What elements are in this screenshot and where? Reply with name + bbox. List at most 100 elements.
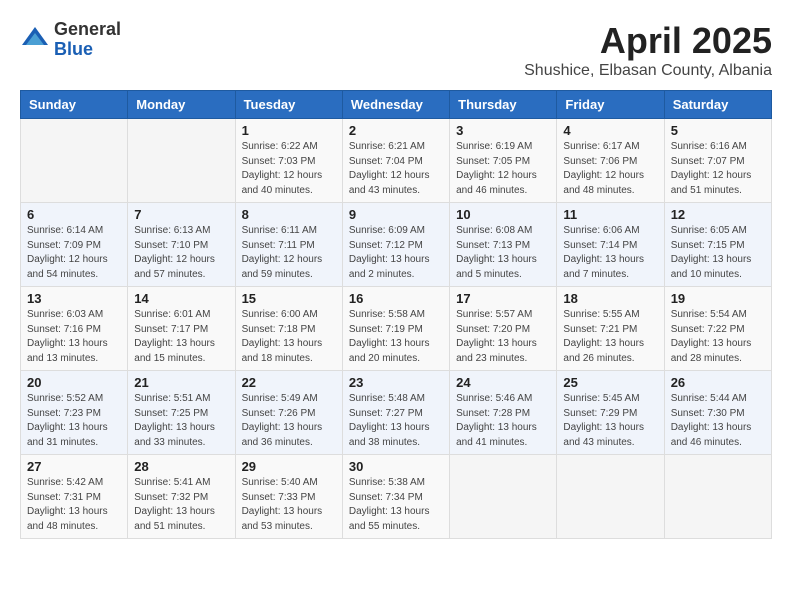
weekday-header-cell: Friday: [557, 91, 664, 119]
day-info: Sunrise: 5:38 AM Sunset: 7:34 PM Dayligh…: [349, 476, 443, 534]
logo-icon: [20, 25, 50, 55]
weekday-header-cell: Thursday: [450, 91, 557, 119]
calendar-body: 1 Sunrise: 6:22 AM Sunset: 7:03 PM Daylig…: [21, 119, 772, 539]
day-number: 22: [242, 375, 336, 390]
day-info: Sunrise: 5:52 AM Sunset: 7:23 PM Dayligh…: [27, 392, 121, 450]
calendar-week-row: 27 Sunrise: 5:42 AM Sunset: 7:31 PM Dayli…: [21, 455, 772, 539]
calendar-day-cell: 28 Sunrise: 5:41 AM Sunset: 7:32 PM Dayli…: [128, 455, 235, 539]
calendar-day-cell: 11Sunrise: 6:06 AM Sunset: 7:14 PM Dayli…: [557, 203, 664, 287]
day-number: 24: [456, 375, 550, 390]
day-number: 26: [671, 375, 765, 390]
day-info: Sunrise: 5:55 AM Sunset: 7:21 PM Dayligh…: [563, 308, 657, 366]
day-info: Sunrise: 5:41 AM Sunset: 7:32 PM Dayligh…: [134, 476, 228, 534]
calendar-day-cell: 16Sunrise: 5:58 AM Sunset: 7:19 PM Dayli…: [342, 287, 449, 371]
day-info: Sunrise: 6:05 AM Sunset: 7:15 PM Dayligh…: [671, 224, 765, 282]
day-info: Sunrise: 6:00 AM Sunset: 7:18 PM Dayligh…: [242, 308, 336, 366]
day-number: 4: [563, 123, 657, 138]
calendar-day-cell: 27 Sunrise: 5:42 AM Sunset: 7:31 PM Dayli…: [21, 455, 128, 539]
calendar-day-cell: 30 Sunrise: 5:38 AM Sunset: 7:34 PM Dayli…: [342, 455, 449, 539]
day-number: 8: [242, 207, 336, 222]
calendar-day-cell: 24 Sunrise: 5:46 AM Sunset: 7:28 PM Dayli…: [450, 371, 557, 455]
day-info: Sunrise: 5:40 AM Sunset: 7:33 PM Dayligh…: [242, 476, 336, 534]
day-number: 10: [456, 207, 550, 222]
day-number: 7: [134, 207, 228, 222]
title-area: April 2025 Shushice, Elbasan County, Alb…: [524, 20, 772, 80]
calendar-day-cell: [664, 455, 771, 539]
weekday-header-cell: Wednesday: [342, 91, 449, 119]
day-info: Sunrise: 6:22 AM Sunset: 7:03 PM Dayligh…: [242, 140, 336, 198]
calendar-day-cell: 22Sunrise: 5:49 AM Sunset: 7:26 PM Dayli…: [235, 371, 342, 455]
day-info: Sunrise: 5:54 AM Sunset: 7:22 PM Dayligh…: [671, 308, 765, 366]
location-title: Shushice, Elbasan County, Albania: [524, 62, 772, 80]
calendar-day-cell: 14 Sunrise: 6:01 AM Sunset: 7:17 PM Dayli…: [128, 287, 235, 371]
calendar-day-cell: 21 Sunrise: 5:51 AM Sunset: 7:25 PM Dayli…: [128, 371, 235, 455]
day-info: Sunrise: 6:16 AM Sunset: 7:07 PM Dayligh…: [671, 140, 765, 198]
day-number: 5: [671, 123, 765, 138]
logo-general-text: General: [54, 20, 121, 40]
calendar-day-cell: 1 Sunrise: 6:22 AM Sunset: 7:03 PM Daylig…: [235, 119, 342, 203]
day-number: 27: [27, 459, 121, 474]
day-info: Sunrise: 5:42 AM Sunset: 7:31 PM Dayligh…: [27, 476, 121, 534]
weekday-header-row: SundayMondayTuesdayWednesdayThursdayFrid…: [21, 91, 772, 119]
day-number: 19: [671, 291, 765, 306]
day-info: Sunrise: 6:11 AM Sunset: 7:11 PM Dayligh…: [242, 224, 336, 282]
day-info: Sunrise: 6:01 AM Sunset: 7:17 PM Dayligh…: [134, 308, 228, 366]
weekday-header-cell: Monday: [128, 91, 235, 119]
day-number: 14: [134, 291, 228, 306]
day-number: 29: [242, 459, 336, 474]
calendar-day-cell: [128, 119, 235, 203]
calendar-day-cell: 7 Sunrise: 6:13 AM Sunset: 7:10 PM Daylig…: [128, 203, 235, 287]
day-info: Sunrise: 5:57 AM Sunset: 7:20 PM Dayligh…: [456, 308, 550, 366]
calendar-day-cell: 23Sunrise: 5:48 AM Sunset: 7:27 PM Dayli…: [342, 371, 449, 455]
weekday-header-cell: Tuesday: [235, 91, 342, 119]
calendar-week-row: 1 Sunrise: 6:22 AM Sunset: 7:03 PM Daylig…: [21, 119, 772, 203]
day-number: 6: [27, 207, 121, 222]
calendar-week-row: 6 Sunrise: 6:14 AM Sunset: 7:09 PM Daylig…: [21, 203, 772, 287]
day-info: Sunrise: 6:19 AM Sunset: 7:05 PM Dayligh…: [456, 140, 550, 198]
day-number: 1: [242, 123, 336, 138]
calendar-day-cell: [557, 455, 664, 539]
day-info: Sunrise: 6:08 AM Sunset: 7:13 PM Dayligh…: [456, 224, 550, 282]
weekday-header-cell: Sunday: [21, 91, 128, 119]
calendar-day-cell: 20 Sunrise: 5:52 AM Sunset: 7:23 PM Dayli…: [21, 371, 128, 455]
calendar-day-cell: 3 Sunrise: 6:19 AM Sunset: 7:05 PM Daylig…: [450, 119, 557, 203]
day-info: Sunrise: 5:44 AM Sunset: 7:30 PM Dayligh…: [671, 392, 765, 450]
weekday-header-cell: Saturday: [664, 91, 771, 119]
day-info: Sunrise: 6:14 AM Sunset: 7:09 PM Dayligh…: [27, 224, 121, 282]
day-info: Sunrise: 5:51 AM Sunset: 7:25 PM Dayligh…: [134, 392, 228, 450]
day-number: 30: [349, 459, 443, 474]
day-number: 12: [671, 207, 765, 222]
day-number: 15: [242, 291, 336, 306]
calendar-day-cell: 17 Sunrise: 5:57 AM Sunset: 7:20 PM Dayli…: [450, 287, 557, 371]
calendar-day-cell: 2Sunrise: 6:21 AM Sunset: 7:04 PM Daylig…: [342, 119, 449, 203]
calendar-day-cell: 8 Sunrise: 6:11 AM Sunset: 7:11 PM Daylig…: [235, 203, 342, 287]
day-info: Sunrise: 6:21 AM Sunset: 7:04 PM Dayligh…: [349, 140, 443, 198]
calendar-day-cell: 5 Sunrise: 6:16 AM Sunset: 7:07 PM Daylig…: [664, 119, 771, 203]
logo-blue-text: Blue: [54, 40, 121, 60]
day-number: 13: [27, 291, 121, 306]
calendar-day-cell: 19 Sunrise: 5:54 AM Sunset: 7:22 PM Dayli…: [664, 287, 771, 371]
day-number: 23: [349, 375, 443, 390]
day-info: Sunrise: 5:58 AM Sunset: 7:19 PM Dayligh…: [349, 308, 443, 366]
day-info: Sunrise: 5:46 AM Sunset: 7:28 PM Dayligh…: [456, 392, 550, 450]
calendar-table: SundayMondayTuesdayWednesdayThursdayFrid…: [20, 90, 772, 539]
calendar-day-cell: 15 Sunrise: 6:00 AM Sunset: 7:18 PM Dayli…: [235, 287, 342, 371]
calendar-day-cell: 10 Sunrise: 6:08 AM Sunset: 7:13 PM Dayli…: [450, 203, 557, 287]
calendar-day-cell: 29 Sunrise: 5:40 AM Sunset: 7:33 PM Dayli…: [235, 455, 342, 539]
day-info: Sunrise: 6:03 AM Sunset: 7:16 PM Dayligh…: [27, 308, 121, 366]
day-info: Sunrise: 6:13 AM Sunset: 7:10 PM Dayligh…: [134, 224, 228, 282]
month-title: April 2025: [524, 20, 772, 62]
day-number: 11: [563, 207, 657, 222]
day-info: Sunrise: 6:17 AM Sunset: 7:06 PM Dayligh…: [563, 140, 657, 198]
day-number: 25: [563, 375, 657, 390]
calendar-day-cell: 25Sunrise: 5:45 AM Sunset: 7:29 PM Dayli…: [557, 371, 664, 455]
day-number: 20: [27, 375, 121, 390]
header: General Blue April 2025 Shushice, Elbasa…: [20, 20, 772, 80]
calendar-day-cell: [450, 455, 557, 539]
day-number: 28: [134, 459, 228, 474]
day-number: 21: [134, 375, 228, 390]
day-number: 3: [456, 123, 550, 138]
day-number: 17: [456, 291, 550, 306]
logo: General Blue: [20, 20, 121, 60]
day-number: 9: [349, 207, 443, 222]
